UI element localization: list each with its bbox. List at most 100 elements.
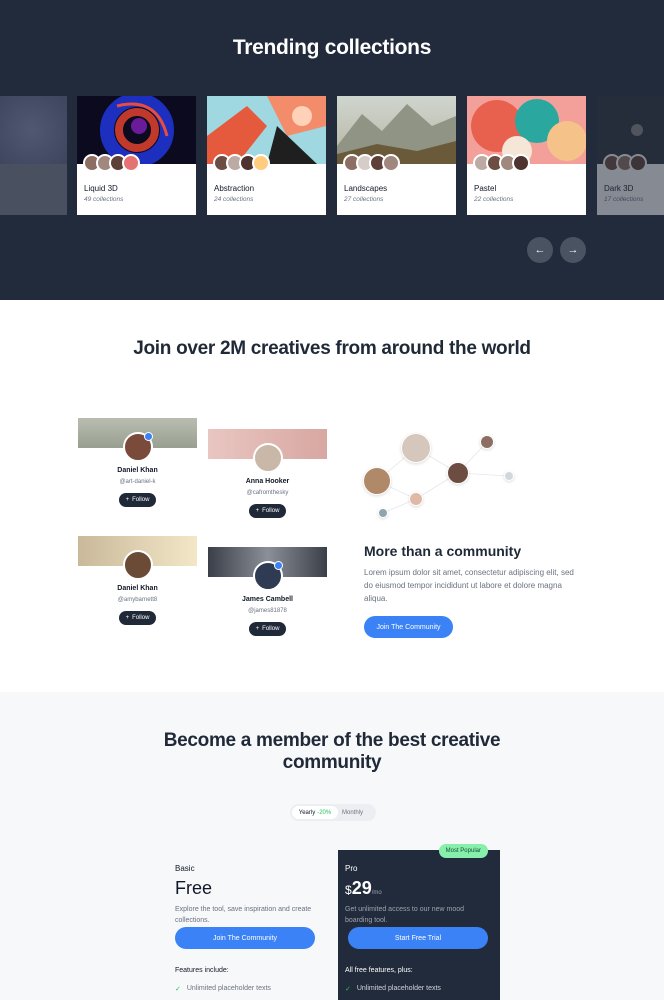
start-free-trial-button[interactable]: Start Free Trial bbox=[348, 927, 488, 949]
button-label: Join The Community bbox=[376, 623, 441, 631]
plan-name: Pro bbox=[345, 864, 358, 873]
avatar bbox=[504, 471, 514, 481]
follow-button[interactable]: + Follow bbox=[248, 504, 287, 518]
contributor-avatars bbox=[83, 154, 140, 174]
collection-card-partial-left[interactable] bbox=[0, 96, 67, 215]
user-handle: @amybarnett8 bbox=[117, 597, 158, 603]
collection-card-pastel[interactable]: Pastel 22 collections bbox=[467, 96, 586, 215]
user-card: Daniel Khan @amybarnett8 + Follow bbox=[78, 536, 197, 625]
currency-symbol: $ bbox=[345, 883, 352, 897]
avatar bbox=[378, 508, 388, 518]
collection-count: 27 collections bbox=[344, 196, 384, 203]
collection-count: 22 collections bbox=[474, 196, 514, 203]
avatar bbox=[480, 435, 494, 449]
plus-icon: + bbox=[125, 615, 130, 621]
collection-count: 49 collections bbox=[84, 196, 124, 203]
follow-button[interactable]: + Follow bbox=[118, 493, 157, 507]
collection-name: Pastel bbox=[474, 184, 497, 193]
user-card: James Cambell @james81878 + Follow bbox=[208, 547, 327, 636]
collection-card-abstraction[interactable]: Abstraction 24 collections bbox=[207, 96, 326, 215]
contributor-avatars bbox=[603, 154, 647, 174]
contributor-avatars bbox=[343, 154, 400, 174]
feature-label: Unlimited placeholder texts bbox=[356, 985, 441, 992]
discount-label: -20% bbox=[317, 809, 332, 816]
follow-button[interactable]: + Follow bbox=[248, 622, 287, 636]
collection-name: Landscapes bbox=[344, 184, 388, 193]
plan-description: Explore the tool, save inspiration and c… bbox=[175, 906, 312, 924]
collection-name: Dark 3D bbox=[604, 184, 634, 193]
avatar bbox=[122, 432, 153, 462]
community-title: Join over 2M creatives from around the w… bbox=[133, 338, 531, 359]
price-period: /mo bbox=[371, 890, 382, 896]
plan-card-basic: Basic Free Explore the tool, save inspir… bbox=[168, 850, 330, 1000]
community-network-graphic bbox=[360, 428, 520, 523]
avatar bbox=[363, 467, 391, 495]
toggle-monthly[interactable]: Monthly bbox=[342, 806, 363, 819]
pricing-title: Become a member of the best creative com… bbox=[163, 730, 501, 773]
collection-count: 24 collections bbox=[214, 196, 254, 203]
toggle-yearly[interactable]: Yearly -20% bbox=[292, 806, 338, 819]
prev-button[interactable]: ← bbox=[527, 237, 553, 263]
arrow-right-icon: → bbox=[567, 244, 579, 256]
feature-item: ✓ Unlimited placeholder texts bbox=[345, 985, 441, 993]
next-button[interactable]: → bbox=[560, 237, 586, 263]
features-heading: Features include: bbox=[175, 967, 229, 974]
check-icon: ✓ bbox=[175, 986, 181, 993]
user-name: James Cambell bbox=[242, 596, 293, 603]
trending-title: Trending collections bbox=[232, 36, 432, 59]
button-label: Start Free Trial bbox=[394, 934, 442, 942]
community-section: Join over 2M creatives from around the w… bbox=[0, 300, 664, 692]
price-value: 29 bbox=[351, 878, 372, 898]
billing-toggle: Yearly -20% Monthly bbox=[290, 804, 376, 821]
user-name: Daniel Khan bbox=[117, 585, 158, 592]
trending-section: Trending collections Liquid 3D 49 collec… bbox=[0, 0, 664, 300]
collection-count: 17 collections bbox=[604, 196, 644, 203]
avatar bbox=[252, 443, 283, 473]
collection-name: Abstraction bbox=[214, 184, 255, 193]
user-card: Anna Hooker @cafromthesky + Follow bbox=[208, 429, 327, 518]
toggle-monthly-label: Monthly bbox=[342, 809, 364, 816]
plan-price: $29/mo bbox=[345, 878, 382, 899]
follow-label: Follow bbox=[132, 615, 150, 621]
toggle-yearly-label: Yearly bbox=[298, 809, 316, 816]
plan-card-pro: Most Popular Pro $29/mo Get unlimited ac… bbox=[338, 844, 500, 1000]
user-handle: @art-daniel-k bbox=[119, 479, 156, 485]
pricing-section: Become a member of the best creative com… bbox=[0, 692, 664, 1000]
user-handle: @cafromthesky bbox=[246, 490, 289, 496]
join-community-button[interactable]: Join The Community bbox=[175, 927, 315, 949]
follow-label: Follow bbox=[132, 497, 150, 503]
collection-name: Liquid 3D bbox=[84, 184, 118, 193]
plan-price: Free bbox=[175, 878, 213, 898]
plus-icon: + bbox=[255, 508, 260, 514]
button-label: Join The Community bbox=[212, 934, 278, 942]
plus-icon: + bbox=[125, 497, 130, 503]
feature-item: ✓ Unlimited placeholder texts bbox=[175, 985, 271, 993]
collection-card-landscapes[interactable]: Landscapes 27 collections bbox=[337, 96, 456, 215]
collection-card-dark-3d[interactable]: Dark 3D 17 collections bbox=[597, 96, 664, 215]
contributor-avatars bbox=[473, 154, 530, 174]
avatar bbox=[252, 561, 283, 591]
feature-title: More than a community bbox=[364, 543, 522, 559]
feature-description: Lorem ipsum dolor sit amet, consectetur … bbox=[364, 568, 574, 603]
plan-name: Basic bbox=[175, 864, 195, 873]
most-popular-badge: Most Popular bbox=[438, 844, 488, 858]
collection-card-liquid-3d[interactable]: Liquid 3D 49 collections bbox=[77, 96, 196, 215]
avatar bbox=[401, 433, 431, 463]
user-name: Daniel Khan bbox=[117, 467, 158, 474]
contributor-avatars bbox=[213, 154, 270, 174]
user-name: Anna Hooker bbox=[245, 478, 290, 485]
join-community-button[interactable]: Join The Community bbox=[364, 616, 453, 638]
avatar bbox=[409, 492, 423, 506]
user-card: Daniel Khan @art-daniel-k + Follow bbox=[78, 418, 197, 507]
arrow-left-icon: ← bbox=[534, 244, 546, 256]
plan-description: Get unlimited access to our new mood boa… bbox=[345, 906, 465, 924]
follow-button[interactable]: + Follow bbox=[118, 611, 157, 625]
feature-label: Unlimited placeholder texts bbox=[186, 985, 271, 992]
user-handle: @james81878 bbox=[248, 608, 287, 614]
follow-label: Follow bbox=[262, 508, 280, 514]
avatar bbox=[447, 462, 469, 484]
verified-badge-icon bbox=[143, 432, 153, 441]
features-heading: All free features, plus: bbox=[345, 967, 413, 974]
plus-icon: + bbox=[255, 626, 260, 632]
avatar bbox=[122, 550, 153, 580]
